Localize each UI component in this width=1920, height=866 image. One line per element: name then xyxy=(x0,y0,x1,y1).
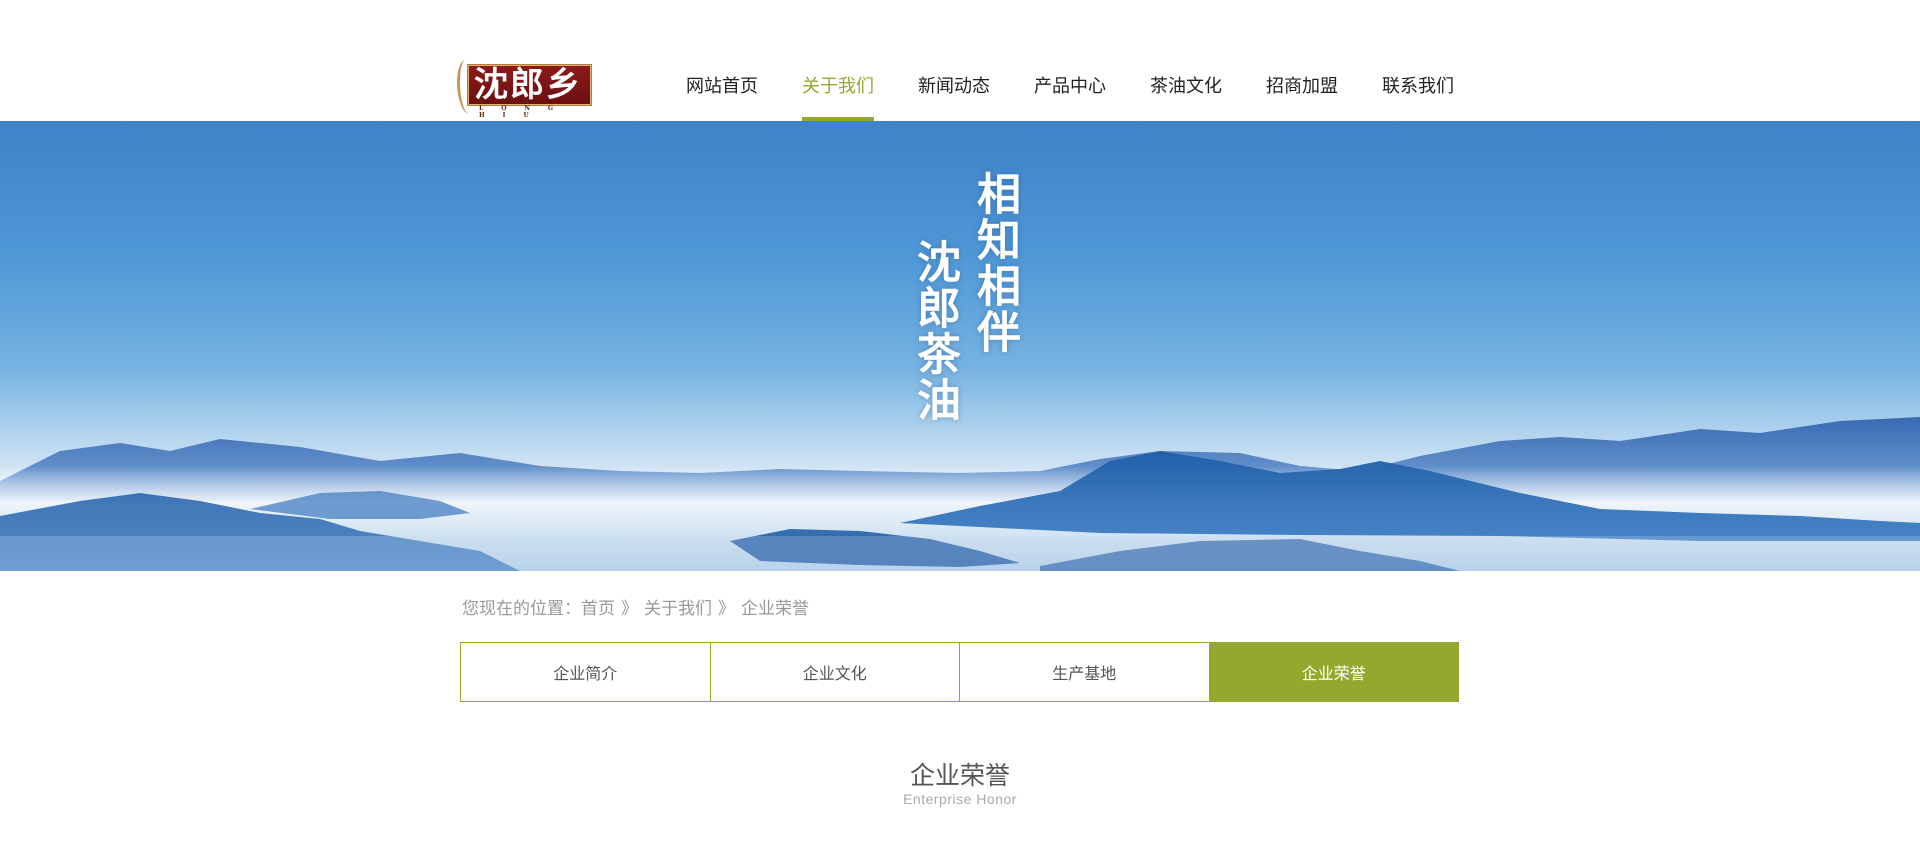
hero-banner: 相知相伴 沈郎茶油 xyxy=(0,121,1920,571)
tab-company-profile[interactable]: 企业简介 xyxy=(461,643,711,701)
nav-item-franchise[interactable]: 招商加盟 xyxy=(1244,0,1360,121)
breadcrumb-current: 企业荣誉 xyxy=(741,599,809,619)
banner-slogan-line2: 沈郎茶油 xyxy=(909,239,960,423)
section-subtitle: Enterprise Honor xyxy=(903,791,1017,807)
nav-item-products[interactable]: 产品中心 xyxy=(1012,0,1128,121)
nav-item-contact[interactable]: 联系我们 xyxy=(1360,0,1476,121)
breadcrumb-prefix: 您现在的位置： xyxy=(462,599,581,619)
breadcrumb-separator: 》 xyxy=(718,599,735,619)
tab-company-culture[interactable]: 企业文化 xyxy=(711,643,960,701)
nav-item-news[interactable]: 新闻动态 xyxy=(896,0,1012,121)
breadcrumb-home[interactable]: 首页 xyxy=(581,599,615,619)
tab-production-base[interactable]: 生产基地 xyxy=(960,643,1210,701)
section-title: 企业荣誉 xyxy=(909,761,1010,790)
nav-item-culture[interactable]: 茶油文化 xyxy=(1128,0,1244,121)
breadcrumb: 您现在的位置：首页》关于我们》企业荣誉 xyxy=(462,594,809,619)
banner-slogan-line1: 相知相伴 xyxy=(969,171,1020,355)
site-header: 沈郎乡 SIM LONG HIU 网站首页 关于我们 新闻动态 产品中心 茶油文… xyxy=(0,0,1920,121)
main-nav: 网站首页 关于我们 新闻动态 产品中心 茶油文化 招商加盟 联系我们 xyxy=(664,0,1476,121)
nav-item-home[interactable]: 网站首页 xyxy=(664,0,780,121)
nav-item-about[interactable]: 关于我们 xyxy=(780,0,896,121)
tab-company-honor[interactable]: 企业荣誉 xyxy=(1209,643,1458,701)
breadcrumb-separator: 》 xyxy=(621,599,638,619)
breadcrumb-about[interactable]: 关于我们 xyxy=(644,599,712,619)
logo-subtext: SIM LONG HIU xyxy=(479,98,572,119)
site-logo[interactable]: 沈郎乡 SIM LONG HIU xyxy=(457,56,592,119)
about-subnav: 企业简介 企业文化 生产基地 企业荣誉 xyxy=(460,642,1459,702)
